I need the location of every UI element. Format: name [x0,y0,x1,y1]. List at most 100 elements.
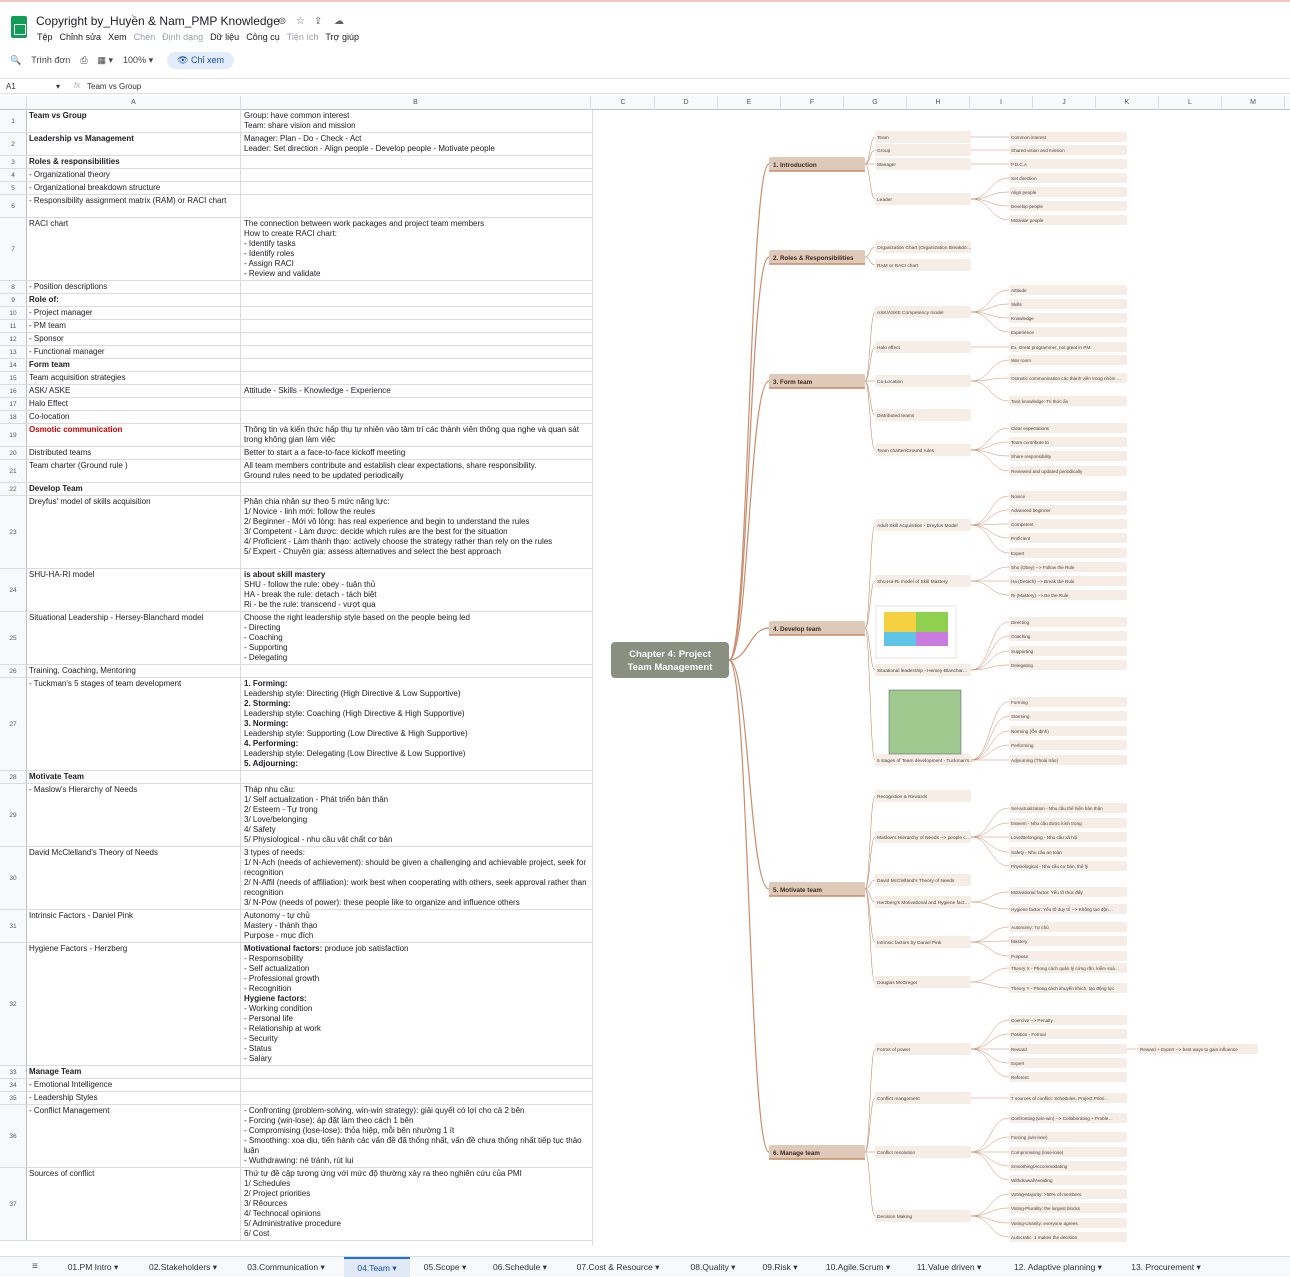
cell-a[interactable]: Manage Team [27,1066,241,1078]
row-number[interactable]: 10 [0,307,27,319]
row-number[interactable]: 11 [0,320,27,332]
column-header[interactable]: G [844,96,907,110]
sheet-tab[interactable]: 07.Cost & Resource ▾ [564,1257,672,1277]
menu-item[interactable]: Tiện ích [287,32,319,42]
column-header[interactable]: C [592,96,655,110]
cell-a[interactable]: Intrinsic Factors - Daniel Pink [27,910,241,942]
cell-a[interactable]: Role of: [27,294,241,306]
cell-b[interactable] [241,483,591,495]
cell-a[interactable]: RACI chart [27,218,241,280]
tuckman-ladder-image[interactable] [888,689,962,755]
row-number[interactable]: 21 [0,460,27,482]
row-number[interactable]: 30 [0,847,27,909]
menu-item[interactable]: Tệp [37,32,53,42]
row-number[interactable]: 6 [0,195,27,217]
search-icon[interactable]: 🔍 [10,55,21,66]
cell-b[interactable] [241,169,591,181]
cell-b[interactable]: - Confronting (problem-solving, win-win … [241,1105,591,1167]
cell-a[interactable]: Team charter (Ground rule ) [27,460,241,482]
menu-search[interactable]: Trình đơn [31,55,70,65]
row-number[interactable]: 9 [0,294,27,306]
menu-item[interactable]: Chèn [134,32,156,42]
sheet-tab[interactable]: 02.Stakeholders ▾ [136,1257,230,1277]
formula-input[interactable]: Team vs Group [87,82,141,91]
row-number[interactable]: 32 [0,943,27,1065]
sheet-tab[interactable]: 08.Quality ▾ [678,1257,748,1277]
sheet-tab[interactable]: 12. Adaptive planning ▾ [1000,1257,1116,1277]
sheet-tab[interactable]: 13. Procurement ▾ [1120,1257,1212,1277]
row-number[interactable]: 20 [0,447,27,459]
cell-b[interactable] [241,411,591,423]
cell-b[interactable]: Tháp nhu cầu: 1/ Self actualization - Ph… [241,784,591,846]
menu-item[interactable]: Dữ liệu [210,32,239,42]
cell-b[interactable] [241,156,591,168]
cell-b[interactable] [241,182,591,194]
column-header[interactable]: M [1222,96,1285,110]
sheet-tab[interactable]: 11.Value driven ▾ [906,1257,992,1277]
sheet-tab[interactable]: 01.PM Intro ▾ [52,1257,134,1277]
cell-b[interactable]: Thông tin và kiến thức hấp thụ tự nhiên … [241,424,591,446]
cell-b[interactable] [241,372,591,384]
cell-b[interactable] [241,771,591,783]
row-number[interactable]: 23 [0,496,27,568]
column-header[interactable]: J [1033,96,1096,110]
cell-b[interactable]: 1. Forming: Leadership style: Directing … [241,678,591,770]
column-header[interactable]: I [970,96,1033,110]
row-number[interactable]: 12 [0,333,27,345]
row-number[interactable]: 14 [0,359,27,371]
cell-b[interactable]: Group: have common interest Team: share … [241,110,591,132]
row-number[interactable]: 24 [0,569,27,611]
document-title[interactable]: Copyright by_Huyền & Nam_PMP Knowledge [36,14,280,28]
cell-b[interactable] [241,320,591,332]
column-header[interactable]: F [781,96,844,110]
mindmap-leaf[interactable] [1009,285,1127,295]
cloud-status-icon[interactable]: ☁ [334,16,344,27]
row-number[interactable]: 19 [0,424,27,446]
row-number[interactable]: 28 [0,771,27,783]
cell-b[interactable]: The connection between work packages and… [241,218,591,280]
cell-a[interactable]: - Conflict Management [27,1105,241,1167]
cell-a[interactable]: Leadership vs Management [27,133,241,155]
cell-a[interactable]: Training, Coaching, Mentoring [27,665,241,677]
row-number[interactable]: 33 [0,1066,27,1078]
column-header[interactable]: B [241,96,591,110]
cell-b[interactable]: Manager: Plan - Do - Check - Act Leader:… [241,133,591,155]
mindmap-leaf[interactable] [1009,299,1127,309]
row-number[interactable]: 22 [0,483,27,495]
cell-b[interactable]: Attitude - Skills - Knowledge - Experien… [241,385,591,397]
row-number[interactable]: 36 [0,1105,27,1167]
cell-b[interactable]: Choose the right leadership style based … [241,612,591,664]
cell-b[interactable] [241,1079,591,1091]
cell-a[interactable]: Roles & responsibilities [27,156,241,168]
cell-b[interactable]: Phân chia nhân sự theo 5 mức năng lực: 1… [241,496,591,568]
cell-a[interactable]: Hygiene Factors - Herzberg [27,943,241,1065]
cell-a[interactable]: - PM team [27,320,241,332]
row-number[interactable]: 3 [0,156,27,168]
row-number[interactable]: 16 [0,385,27,397]
cell-a[interactable]: - Maslow's Hierarchy of Needs [27,784,241,846]
row-number[interactable]: 4 [0,169,27,181]
cell-a[interactable]: - Position descriptions [27,281,241,293]
cell-b[interactable] [241,333,591,345]
mindmap-topic[interactable] [875,131,971,143]
row-number[interactable]: 25 [0,612,27,664]
cell-b[interactable] [241,294,591,306]
cell-b[interactable] [241,346,591,358]
sheet-tab[interactable]: 03.Communication ▾ [236,1257,336,1277]
sheet-tab[interactable]: 06.Schedule ▾ [480,1257,560,1277]
cell-a[interactable]: - Functional manager [27,346,241,358]
mindmap-leaf[interactable] [1009,1058,1127,1068]
cell-b[interactable] [241,1092,591,1104]
menu-item[interactable]: Xem [108,32,127,42]
paint-format-icon[interactable]: ▦ ▾ [98,55,114,66]
cell-b[interactable] [241,281,591,293]
cell-b[interactable] [241,398,591,410]
zoom-select[interactable]: 100% ▾ [123,55,153,66]
row-number[interactable]: 17 [0,398,27,410]
cell-a[interactable]: Distributed teams [27,447,241,459]
row-number[interactable]: 7 [0,218,27,280]
cell-b[interactable] [241,359,591,371]
menu-item[interactable]: Chỉnh sửa [60,32,102,42]
row-number[interactable]: 5 [0,182,27,194]
row-number[interactable]: 26 [0,665,27,677]
